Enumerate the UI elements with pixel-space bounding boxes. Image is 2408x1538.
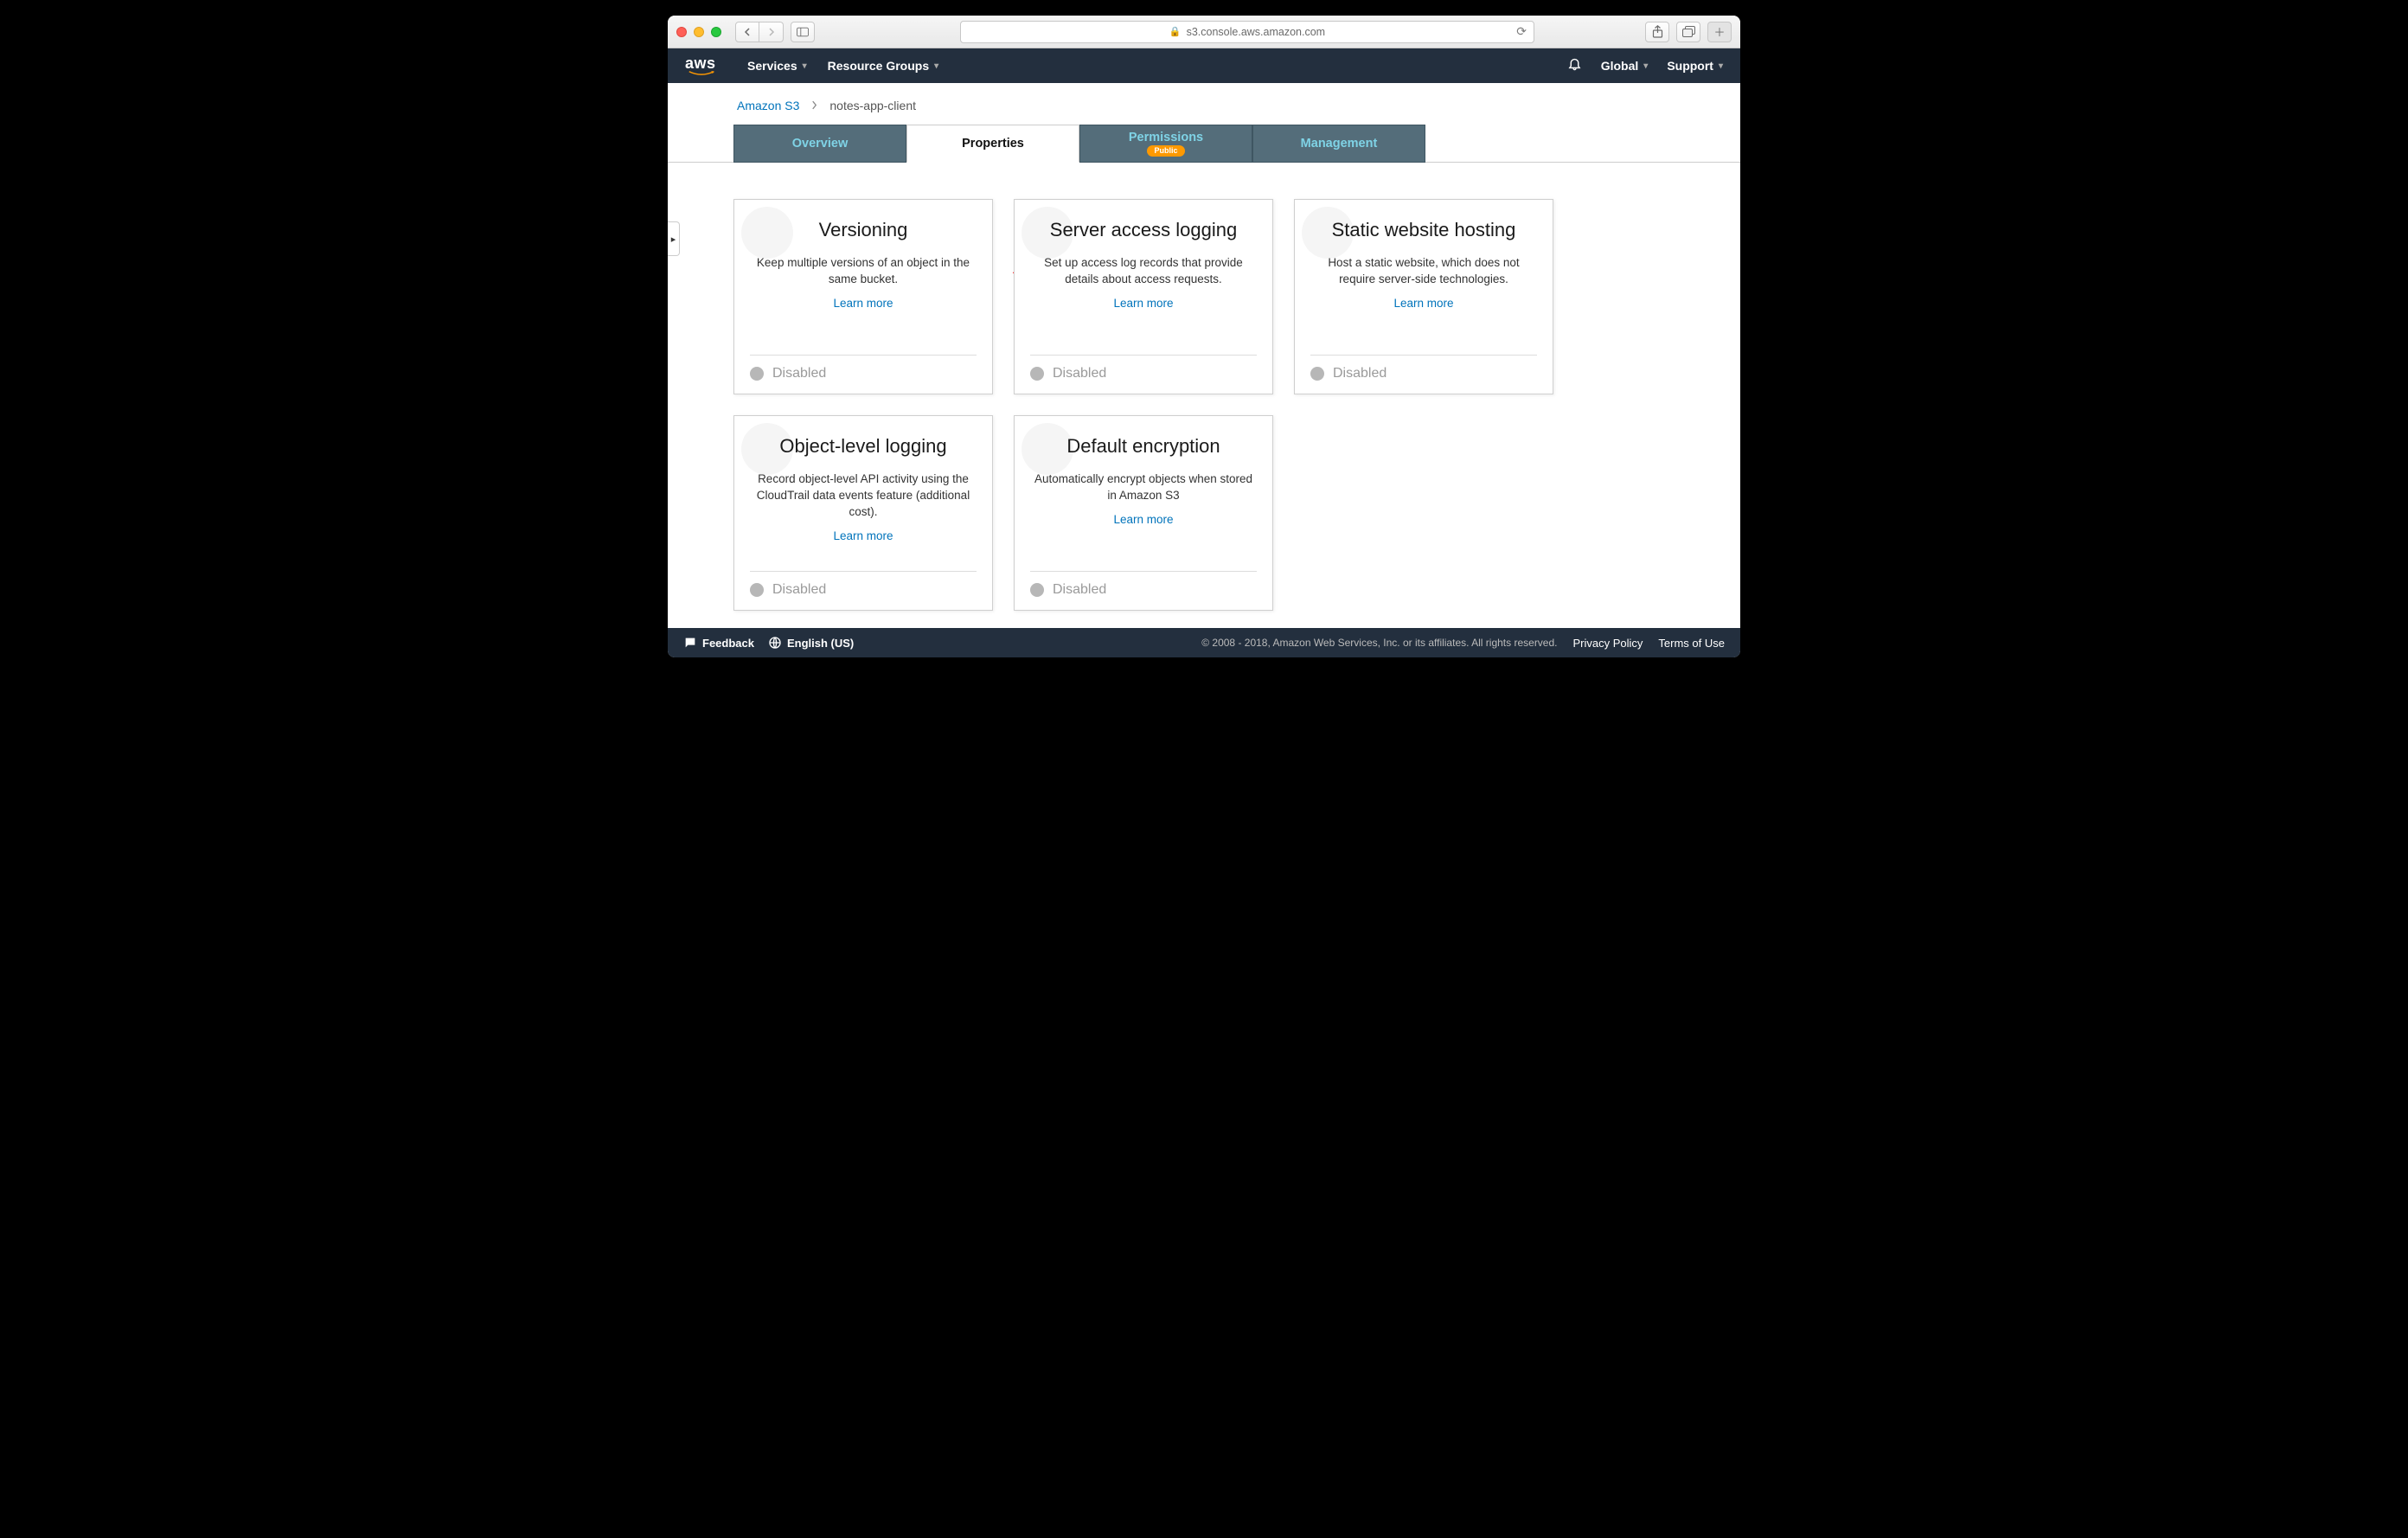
reload-icon[interactable]: ⟳ xyxy=(1516,24,1527,39)
card-server-access-logging[interactable]: Server access logging Set up access log … xyxy=(1014,199,1273,394)
chevron-right-icon xyxy=(811,99,817,112)
page-content: ▸ Amazon S3 notes-app-client Overview Pr… xyxy=(668,83,1740,628)
forward-button[interactable] xyxy=(759,22,784,42)
card-desc: Set up access log records that provide d… xyxy=(1030,255,1257,288)
status-indicator-icon xyxy=(750,367,764,381)
learn-more-link[interactable]: Learn more xyxy=(1030,513,1257,526)
learn-more-link[interactable]: Learn more xyxy=(750,529,977,542)
card-status: Disabled xyxy=(1030,571,1257,598)
card-desc: Host a static website, which does not re… xyxy=(1310,255,1537,288)
card-status: Disabled xyxy=(1030,355,1257,381)
support-menu[interactable]: Support ▾ xyxy=(1667,59,1723,73)
card-desc: Automatically encrypt objects when store… xyxy=(1030,471,1257,504)
minimize-window-button[interactable] xyxy=(694,27,704,37)
language-selector[interactable]: English (US) xyxy=(768,636,854,650)
region-menu[interactable]: Global ▾ xyxy=(1601,59,1649,73)
resource-groups-menu[interactable]: Resource Groups ▾ xyxy=(828,59,939,73)
chevron-down-icon: ▾ xyxy=(803,61,807,71)
browser-titlebar: 🔒 s3.console.aws.amazon.com ⟳ ＋ xyxy=(668,16,1740,48)
tab-bar: Overview Properties Permissions Public M… xyxy=(733,125,1740,163)
terms-of-use-link[interactable]: Terms of Use xyxy=(1658,637,1725,650)
status-indicator-icon xyxy=(1030,583,1044,597)
card-status: Disabled xyxy=(750,355,977,381)
properties-cards: Versioning Keep multiple versions of an … xyxy=(668,163,1740,628)
tabs-button[interactable] xyxy=(1676,22,1700,42)
public-badge: Public xyxy=(1147,145,1184,157)
feedback-link[interactable]: Feedback xyxy=(683,636,754,650)
panel-expand-button[interactable]: ▸ xyxy=(668,221,680,256)
card-desc: Record object-level API activity using t… xyxy=(750,471,977,521)
status-indicator-icon xyxy=(1030,367,1044,381)
breadcrumb-root-link[interactable]: Amazon S3 xyxy=(737,99,799,112)
aws-footer: Feedback English (US) © 2008 - 2018, Ama… xyxy=(668,628,1740,657)
card-status: Disabled xyxy=(1310,355,1537,381)
notifications-icon[interactable] xyxy=(1567,56,1582,75)
address-bar[interactable]: 🔒 s3.console.aws.amazon.com ⟳ xyxy=(960,21,1534,43)
learn-more-link[interactable]: Learn more xyxy=(750,297,977,310)
services-menu[interactable]: Services ▾ xyxy=(747,59,807,73)
copyright-text: © 2008 - 2018, Amazon Web Services, Inc.… xyxy=(1201,637,1557,649)
card-versioning[interactable]: Versioning Keep multiple versions of an … xyxy=(733,199,993,394)
status-indicator-icon xyxy=(1310,367,1324,381)
maximize-window-button[interactable] xyxy=(711,27,721,37)
privacy-policy-link[interactable]: Privacy Policy xyxy=(1573,637,1643,650)
tab-permissions[interactable]: Permissions Public xyxy=(1079,125,1252,163)
learn-more-link[interactable]: Learn more xyxy=(1310,297,1537,310)
chevron-down-icon: ▾ xyxy=(1643,61,1648,71)
share-button[interactable] xyxy=(1645,22,1669,42)
sidebar-toggle-button[interactable] xyxy=(791,22,815,42)
lock-icon: 🔒 xyxy=(1169,26,1182,37)
new-tab-button[interactable]: ＋ xyxy=(1707,22,1732,42)
card-default-encryption[interactable]: Default encryption Automatically encrypt… xyxy=(1014,415,1273,611)
breadcrumb-current: notes-app-client xyxy=(829,99,916,112)
card-object-level-logging[interactable]: Object-level logging Record object-level… xyxy=(733,415,993,611)
window-controls xyxy=(676,27,721,37)
chevron-down-icon: ▾ xyxy=(934,61,938,71)
chevron-down-icon: ▾ xyxy=(1719,61,1723,71)
tab-management[interactable]: Management xyxy=(1252,125,1425,163)
card-desc: Keep multiple versions of an object in t… xyxy=(750,255,977,288)
aws-logo[interactable]: aws xyxy=(685,55,718,76)
aws-top-nav: aws Services ▾ Resource Groups ▾ Global … xyxy=(668,48,1740,83)
close-window-button[interactable] xyxy=(676,27,687,37)
learn-more-link[interactable]: Learn more xyxy=(1030,297,1257,310)
tab-overview[interactable]: Overview xyxy=(733,125,906,163)
nav-buttons xyxy=(735,22,784,42)
card-static-website-hosting[interactable]: Static website hosting Host a static web… xyxy=(1294,199,1553,394)
url-text: s3.console.aws.amazon.com xyxy=(1187,26,1326,38)
browser-window: 🔒 s3.console.aws.amazon.com ⟳ ＋ aws Serv… xyxy=(668,16,1740,657)
tab-properties[interactable]: Properties xyxy=(906,125,1079,163)
back-button[interactable] xyxy=(735,22,759,42)
card-status: Disabled xyxy=(750,571,977,598)
breadcrumb: Amazon S3 notes-app-client xyxy=(668,83,1740,125)
status-indicator-icon xyxy=(750,583,764,597)
